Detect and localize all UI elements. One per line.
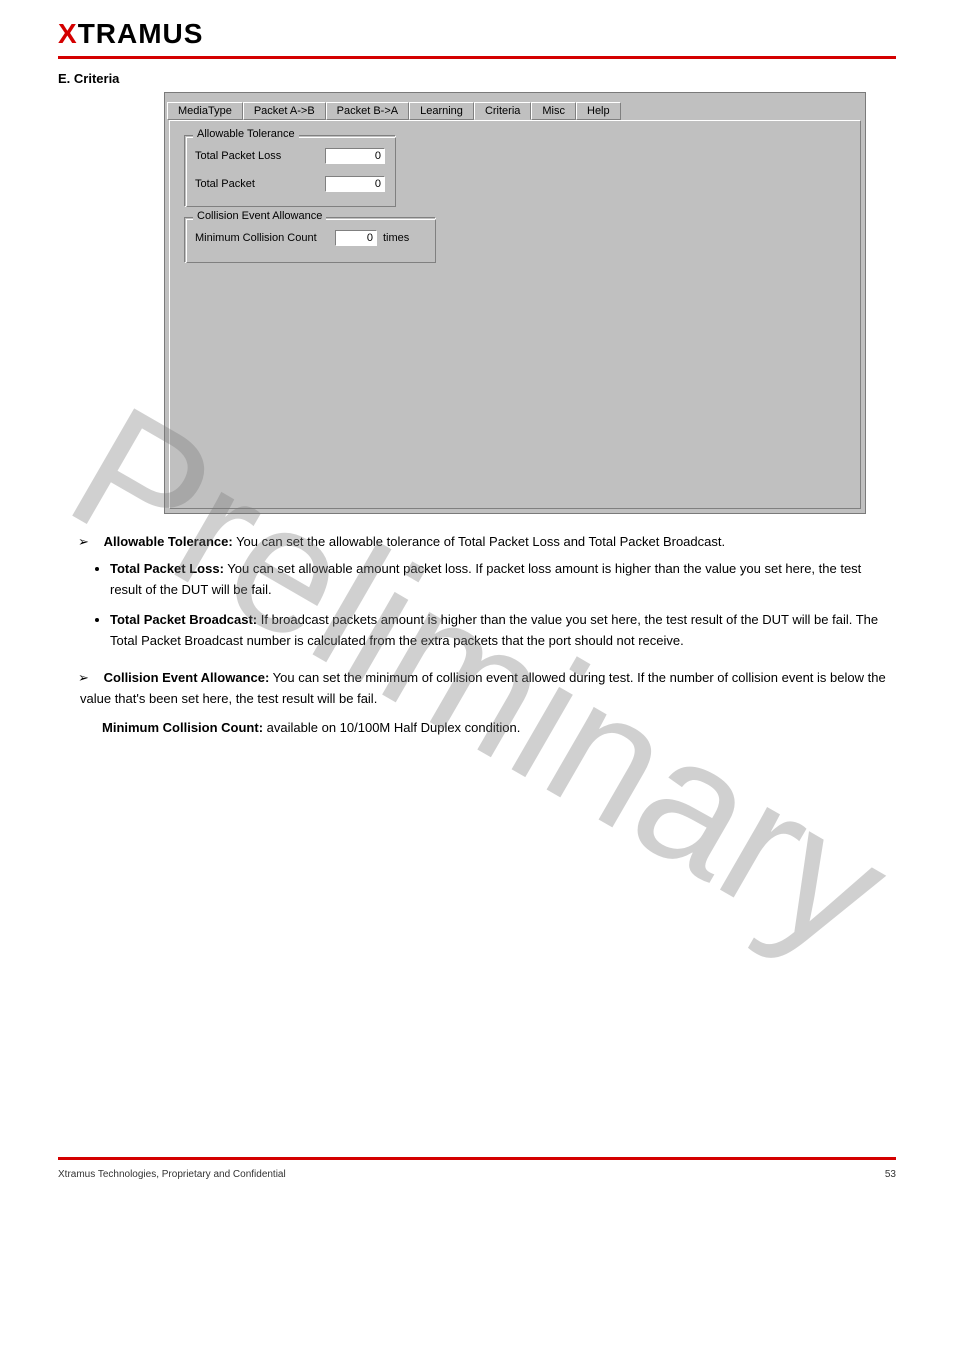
arrow-item-collision-event-allowance: Collision Event Allowance: You can set t… <box>80 668 896 738</box>
groupbox-allowable-tolerance: Allowable Tolerance Total Packet Loss To… <box>184 135 396 207</box>
input-min-collision-count[interactable] <box>335 230 377 246</box>
tab-help[interactable]: Help <box>576 102 621 120</box>
row-min-collision-count: Minimum Collision Count times <box>195 230 409 246</box>
tab-packet-a-b[interactable]: Packet A->B <box>243 102 326 120</box>
body-text: Allowable Tolerance: You can set the all… <box>80 532 896 738</box>
collision-note: Minimum Collision Count: available on 10… <box>102 718 896 739</box>
label-total-packet: Total Packet <box>195 178 325 190</box>
tab-packet-b-a[interactable]: Packet B->A <box>326 102 409 120</box>
tab-mediatype[interactable]: MediaType <box>167 102 243 120</box>
tab-criteria[interactable]: Criteria <box>474 102 531 120</box>
collision-note-title: Minimum Collision Count: <box>102 720 263 735</box>
page: XTRAMUS E. Criteria MediaType Packet A->… <box>0 0 954 1194</box>
footer-left: Xtramus Technologies, Proprietary and Co… <box>58 1169 286 1180</box>
row-total-packet-loss: Total Packet Loss <box>195 148 385 164</box>
footer-page-number: 53 <box>885 1169 896 1180</box>
label-total-packet-loss: Total Packet Loss <box>195 150 325 162</box>
disc-title-1: Total Packet Loss: <box>110 561 224 576</box>
arrow-item-allowable-tolerance: Allowable Tolerance: You can set the all… <box>80 532 896 652</box>
footer: Xtramus Technologies, Proprietary and Co… <box>58 1169 896 1180</box>
tab-panel: Allowable Tolerance Total Packet Loss To… <box>169 120 861 509</box>
footer-rule <box>58 1157 896 1160</box>
header-rule <box>58 56 896 59</box>
arrow-list: Allowable Tolerance: You can set the all… <box>80 532 896 738</box>
groupbox-legend-collision: Collision Event Allowance <box>193 210 326 222</box>
logo: XTRAMUS <box>58 18 203 49</box>
logo-rest: TRAMUS <box>78 18 204 49</box>
unit-times: times <box>383 232 409 244</box>
disc-title-2: Total Packet Broadcast: <box>110 612 257 627</box>
row-total-packet: Total Packet <box>195 176 385 192</box>
arrow-title-1: Allowable Tolerance: <box>104 534 233 549</box>
label-min-collision-count: Minimum Collision Count <box>195 232 335 244</box>
input-total-packet[interactable] <box>325 176 385 192</box>
tab-misc[interactable]: Misc <box>531 102 576 120</box>
input-total-packet-loss[interactable] <box>325 148 385 164</box>
groupbox-collision-event-allowance: Collision Event Allowance Minimum Collis… <box>184 217 436 263</box>
logo-x-letter: X <box>58 18 78 49</box>
tab-learning[interactable]: Learning <box>409 102 474 120</box>
arrow-title-2: Collision Event Allowance: <box>104 670 270 685</box>
tab-bar: MediaType Packet A->B Packet B->A Learni… <box>165 93 865 120</box>
collision-note-text: available on 10/100M Half Duplex conditi… <box>263 720 520 735</box>
disc-item-total-packet-loss: Total Packet Loss: You can set allowable… <box>110 559 896 601</box>
disc-item-total-packet-broadcast: Total Packet Broadcast: If broadcast pac… <box>110 610 896 652</box>
arrow-text-1: You can set the allowable tolerance of T… <box>233 534 725 549</box>
groupbox-legend-allowable-tolerance: Allowable Tolerance <box>193 128 299 140</box>
header: XTRAMUS <box>0 0 954 50</box>
screenshot-panel: MediaType Packet A->B Packet B->A Learni… <box>164 92 866 514</box>
disc-list: Total Packet Loss: You can set allowable… <box>110 559 896 652</box>
section-title: E. Criteria <box>58 71 954 86</box>
